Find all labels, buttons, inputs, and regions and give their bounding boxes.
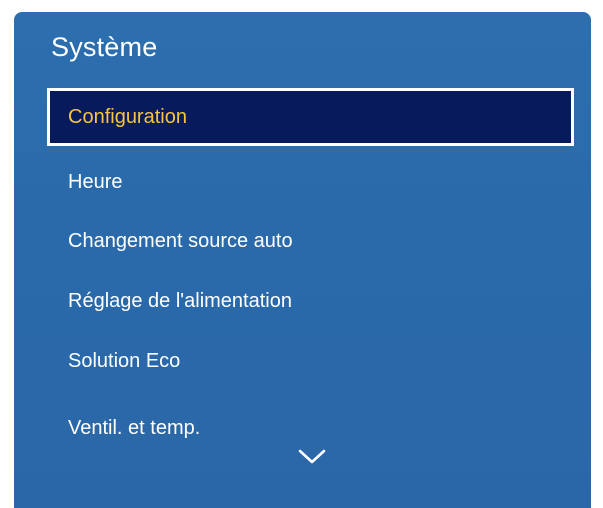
menu-item-solution-eco[interactable]: Solution Eco: [47, 332, 574, 390]
menu-item-reglage-alimentation[interactable]: Réglage de l'alimentation: [47, 272, 574, 330]
chevron-down-icon[interactable]: [298, 449, 326, 465]
menu-item-heure[interactable]: Heure: [47, 153, 574, 211]
system-menu: Configuration Heure Changement source au…: [14, 12, 591, 508]
system-menu-panel: Système Configuration Heure Changement s…: [14, 12, 591, 508]
menu-item-configuration[interactable]: Configuration: [47, 88, 574, 146]
menu-item-changement-source-auto[interactable]: Changement source auto: [47, 212, 574, 270]
